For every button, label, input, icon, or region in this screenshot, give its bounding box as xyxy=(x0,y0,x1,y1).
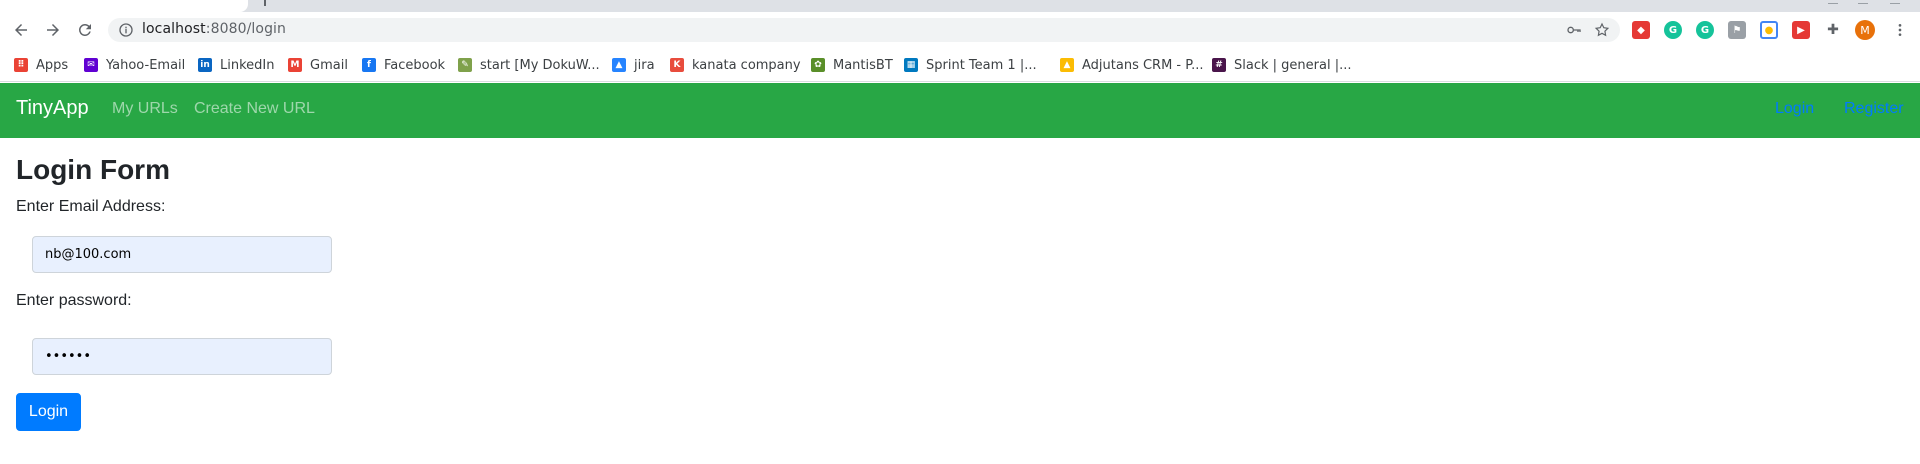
bookmark-item[interactable]: ⠿ Apps xyxy=(14,53,68,77)
bookmark-item[interactable]: ✎ start [My DokuW... xyxy=(458,53,600,77)
bookmark-item[interactable]: Kkanata company xyxy=(670,53,801,77)
reload-icon xyxy=(78,23,91,36)
browser-toolbar: localhost:8080/login ◆ G G ⚑ ● ▶ ✚ M xyxy=(0,12,1920,48)
kanata-icon: K xyxy=(670,58,684,72)
bookmarks-bar: ⠿ Apps ✉ Yahoo-Email in LinkedIn M Gmail f Facebo… xyxy=(0,48,1920,82)
bookmark-item[interactable]: ✿ MantisBT xyxy=(811,53,893,77)
bookmark-label: Apps xyxy=(36,57,69,73)
nav-link-create-new-url[interactable]: Create New URL xyxy=(194,100,315,118)
apps-grid-icon: ⠿ xyxy=(14,58,28,72)
bookmark-label: MantisBT xyxy=(833,57,893,73)
slack-icon: # xyxy=(1212,58,1226,72)
email-label: Enter Email Address: xyxy=(16,198,166,215)
yahoo-mail-icon: ✉ xyxy=(84,58,98,72)
flag-extension-icon[interactable]: ⚑ xyxy=(1728,21,1746,39)
url-host: localhost xyxy=(142,21,206,37)
bookmark-item[interactable]: in LinkedIn xyxy=(198,53,274,77)
info-icon[interactable] xyxy=(118,22,134,38)
shield-extension-icon[interactable]: ◆ xyxy=(1632,21,1650,39)
back-button[interactable] xyxy=(6,12,36,48)
minimize-icon[interactable] xyxy=(1828,0,1838,4)
login-button[interactable]: Login xyxy=(16,393,81,431)
app-navbar: TinyApp My URLs Create New URL Login Reg… xyxy=(0,83,1920,138)
bookmark-label: Slack | general |... xyxy=(1234,57,1352,73)
bookmark-item[interactable]: ▦ Sprint Team 1 |... xyxy=(904,53,1037,77)
maximize-icon[interactable] xyxy=(1858,0,1868,4)
bookmark-label: jira xyxy=(634,57,655,73)
grammarly-icon[interactable]: G xyxy=(1664,21,1682,39)
bookmark-item[interactable]: f Facebook xyxy=(362,53,445,77)
bookmark-label: Sprint Team 1 |... xyxy=(926,57,1037,73)
email-field[interactable] xyxy=(32,236,332,273)
grammarly-alt-icon[interactable]: G xyxy=(1696,21,1714,39)
page-title: Login Form xyxy=(16,154,170,185)
bookmark-item[interactable]: ▲ jira xyxy=(612,53,655,77)
gmail-icon: M xyxy=(288,58,302,72)
facebook-icon: f xyxy=(362,58,376,72)
password-label: Enter password: xyxy=(16,292,132,309)
active-tab[interactable] xyxy=(0,0,248,12)
bookmark-label: Adjutans CRM - P... xyxy=(1082,57,1204,73)
brand-logo[interactable]: TinyApp xyxy=(16,97,89,120)
profile-avatar[interactable]: M xyxy=(1855,20,1875,40)
bookmark-label: start [My DokuW... xyxy=(480,57,600,73)
bookmark-label: Facebook xyxy=(384,57,446,73)
url-path: :8080/login xyxy=(205,21,287,37)
nav-link-login[interactable]: Login xyxy=(1775,100,1814,118)
dokuwiki-icon: ✎ xyxy=(458,58,472,72)
bookmark-item[interactable]: M Gmail xyxy=(288,53,348,77)
mantis-icon: ✿ xyxy=(811,58,825,72)
bookmark-label: Yahoo-Email xyxy=(106,57,186,73)
forward-button[interactable] xyxy=(38,12,68,48)
more-vert-icon xyxy=(1898,24,1902,36)
address-bar[interactable]: localhost:8080/login xyxy=(108,18,1620,42)
password-field[interactable] xyxy=(32,338,332,375)
bookmark-star-icon[interactable] xyxy=(1594,22,1610,38)
extensions-puzzle-icon[interactable]: ✚ xyxy=(1824,21,1842,39)
key-icon[interactable] xyxy=(1566,22,1582,38)
tab-separator xyxy=(264,0,266,6)
bookmark-item[interactable]: ✉ Yahoo-Email xyxy=(84,53,185,77)
close-window-icon[interactable] xyxy=(1890,0,1900,4)
tab-strip xyxy=(0,0,1920,12)
google-drive-icon: ▲ xyxy=(1060,58,1074,72)
nav-link-register[interactable]: Register xyxy=(1844,100,1904,118)
color-extension-icon[interactable]: ● xyxy=(1760,21,1778,39)
bookmark-label: Gmail xyxy=(310,57,348,73)
forward-arrow-icon xyxy=(47,24,59,36)
linkedin-icon: in xyxy=(198,58,212,72)
back-arrow-icon xyxy=(15,24,27,36)
trello-icon: ▦ xyxy=(904,58,918,72)
nav-link-my-urls[interactable]: My URLs xyxy=(112,100,178,118)
bookmark-item[interactable]: ▲ Adjutans CRM - P... xyxy=(1060,53,1203,77)
bookmark-label: LinkedIn xyxy=(220,57,275,73)
bookmark-label: kanata company xyxy=(692,57,801,73)
browser-menu-icon[interactable] xyxy=(1890,20,1910,40)
jira-icon: ▲ xyxy=(612,58,626,72)
reload-button[interactable] xyxy=(70,12,100,48)
url-text[interactable]: localhost:8080/login xyxy=(142,21,286,37)
bookmark-item[interactable]: # Slack | general |... xyxy=(1212,53,1351,77)
video-extension-icon[interactable]: ▶ xyxy=(1792,21,1810,39)
